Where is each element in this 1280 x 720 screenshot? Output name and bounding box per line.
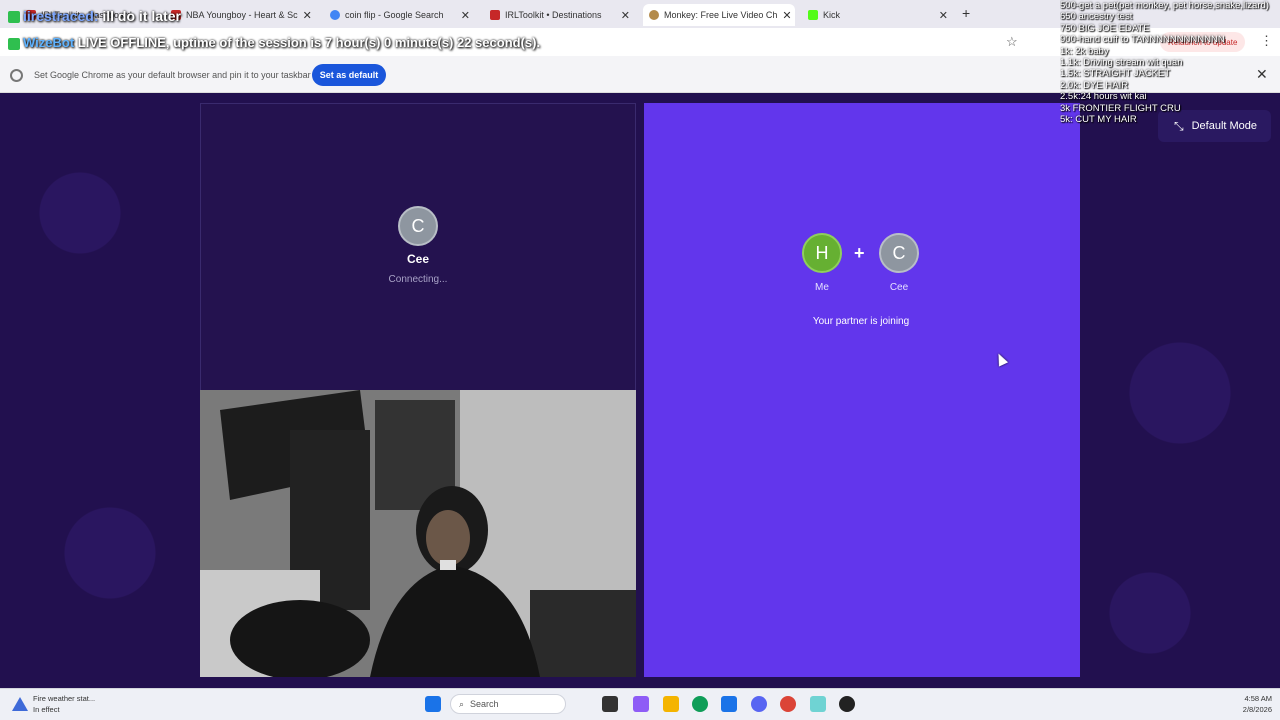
copilot-icon[interactable] <box>633 696 649 712</box>
search-placeholder: Search <box>470 699 499 709</box>
goal-item: 1.1k: Driving stream wit quan <box>1060 57 1183 69</box>
discord-icon[interactable] <box>751 696 767 712</box>
goal-item: 1k: 2k baby <box>1060 45 1109 57</box>
file-explorer-icon[interactable] <box>663 696 679 712</box>
browser-tab[interactable]: NBA Youngboy - Heart & Sc ✕ <box>165 4 317 26</box>
infobar-message: Set Google Chrome as your default browse… <box>34 70 311 80</box>
partner-name: Cee <box>406 252 429 266</box>
windows-start-icon[interactable] <box>425 696 441 712</box>
bot-message: LIVE OFFLINE, uptime of the session is 7… <box>77 35 541 50</box>
goal-item: 900-hand cuff to TANNNNNNNNNNNN <box>1060 34 1225 46</box>
page-background <box>0 93 1280 688</box>
bot-name: WizeBot <box>23 35 75 50</box>
goal-item: 1.5k: STRAIGHT JACKET <box>1060 68 1171 80</box>
partner-avatar: C <box>879 233 919 273</box>
joining-status: Your partner is joining <box>812 316 910 327</box>
taskbar-search[interactable]: ⌕ Search <box>450 694 566 714</box>
tab-title: Kick <box>823 10 841 20</box>
new-tab-button[interactable]: + <box>962 5 970 21</box>
bookmark-star-icon[interactable]: ☆ <box>1006 34 1018 50</box>
goal-item: 650 ancestry test <box>1060 11 1133 23</box>
goal-item: 5k: CUT MY HAIR <box>1060 114 1137 126</box>
weather-widget[interactable]: Fire weather stat... In effect <box>33 693 95 715</box>
browser-tab-active[interactable]: Monkey: Free Live Video Ch ✕ <box>643 4 795 26</box>
checkmark-icon <box>8 37 20 50</box>
chat-username: iirestraced: <box>23 8 99 24</box>
chrome-icon <box>10 69 23 82</box>
chat-overlay: iirestraced: ill do it later <box>8 8 181 24</box>
weather-line: Fire weather stat... <box>33 694 96 703</box>
close-tab-icon[interactable]: ✕ <box>939 9 948 22</box>
kick-favicon-icon <box>808 10 818 20</box>
weather-line: In effect <box>33 705 60 714</box>
google-favicon-icon <box>330 10 340 20</box>
partner-video-panel <box>200 103 636 390</box>
sub-goals-list: 500-get a pet(pet monkey, pet horse,snak… <box>1060 0 1280 125</box>
webcam-video <box>200 390 636 677</box>
clock-time: 4:58 AM <box>1244 694 1272 703</box>
chrome-icon[interactable] <box>780 696 796 712</box>
browser-tab[interactable]: IRLToolkit • Destinations ✕ <box>484 4 636 26</box>
connection-status: Connecting... <box>388 274 448 285</box>
partner-label: Cee <box>889 282 909 293</box>
plus-icon: + <box>854 243 865 263</box>
chat-message: ill do it later <box>102 8 181 24</box>
set-default-button[interactable]: Set as default <box>312 64 386 86</box>
browser-tab[interactable]: Kick ✕ <box>802 4 954 26</box>
tab-title: Monkey: Free Live Video Ch <box>664 10 778 20</box>
my-avatar: H <box>802 233 842 273</box>
monkey-favicon-icon <box>649 10 659 20</box>
store-icon[interactable] <box>721 696 737 712</box>
goal-item: 500-get a pet(pet monkey, pet horse,snak… <box>1060 0 1269 11</box>
tab-title: NBA Youngboy - Heart & Sc <box>186 10 298 20</box>
goal-item: 2.0k: DYE HAIR <box>1060 79 1129 91</box>
my-label: Me <box>815 282 829 293</box>
edge-icon[interactable] <box>692 696 708 712</box>
goal-item: 2.5k:24 hours wit kai <box>1060 91 1147 103</box>
search-icon: ⌕ <box>459 698 465 709</box>
browser-tab[interactable]: coin flip - Google Search ✕ <box>324 4 476 26</box>
close-tab-icon[interactable]: ✕ <box>621 9 630 22</box>
tab-title: IRLToolkit • Destinations <box>505 10 602 20</box>
partner-avatar: C <box>398 206 438 246</box>
checkmark-icon <box>8 11 20 24</box>
tab-title: coin flip - Google Search <box>345 10 444 20</box>
task-view-icon[interactable] <box>602 696 618 712</box>
goal-item: 750 BIG JOE EDATE <box>1060 22 1150 34</box>
bot-overlay: WizeBot LIVE OFFLINE, uptime of the sess… <box>8 32 568 54</box>
app-icon[interactable] <box>810 696 826 712</box>
close-tab-icon[interactable]: ✕ <box>782 9 791 22</box>
close-tab-icon[interactable]: ✕ <box>461 9 470 22</box>
matching-panel <box>644 103 1080 677</box>
goal-item: 3k FRONTIER FLIGHT CRU <box>1060 102 1181 114</box>
irltoolkit-favicon-icon <box>490 10 500 20</box>
system-clock[interactable]: 4:58 AM 2/8/2026 <box>1228 693 1272 715</box>
obs-icon[interactable] <box>839 696 855 712</box>
close-tab-icon[interactable]: ✕ <box>303 9 312 22</box>
clock-date: 2/8/2026 <box>1242 705 1272 714</box>
